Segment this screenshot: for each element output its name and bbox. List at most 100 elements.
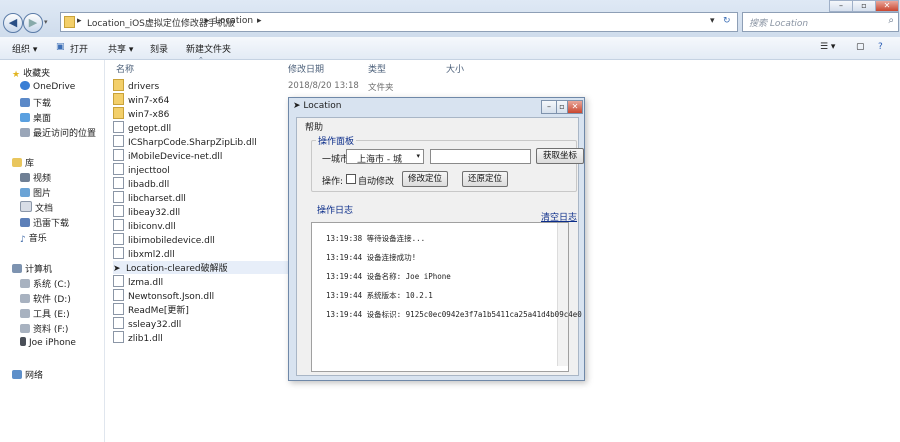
computer-icon [12, 264, 22, 273]
help-icon[interactable]: ? [878, 42, 883, 52]
file-row[interactable]: zlib1.dll [113, 331, 300, 344]
nav-drive-d[interactable]: 软件 (D:) [20, 292, 71, 305]
network-icon [12, 370, 22, 379]
nav-drive-e[interactable]: 工具 (E:) [20, 307, 70, 320]
file-name: injecttool [128, 166, 170, 176]
column-header-name[interactable]: 名称 [116, 62, 134, 75]
burn-button[interactable]: 刻录 [150, 42, 168, 55]
log-scrollbar[interactable] [557, 223, 568, 366]
address-bar[interactable]: ▸ Location_iOS虚拟定位修改器手机版 ▸ Location ▸ ▾ … [60, 12, 738, 32]
get-coordinate-button[interactable]: 获取坐标 [536, 148, 584, 164]
history-dropdown-icon[interactable]: ▾ [44, 18, 48, 26]
back-arrow-icon[interactable]: ◀ [3, 13, 23, 33]
nav-libraries[interactable]: 库 [12, 156, 34, 169]
nav-drive-c[interactable]: 系统 (C:) [20, 277, 70, 290]
nav-favorites[interactable]: ★ 收藏夹 [12, 66, 50, 80]
log-textarea[interactable]: 13:19:38 等待设备连接... 13:19:44 设备连接成功! 13:19:… [311, 222, 582, 372]
drive-icon [20, 309, 30, 318]
cloud-icon [20, 81, 30, 90]
music-icon: ♪ [20, 235, 26, 245]
close-icon[interactable]: ✕ [875, 0, 899, 12]
file-row[interactable]: libcharset.dll [113, 191, 300, 204]
file-name: lzma.dll [128, 278, 164, 288]
view-options-icon[interactable]: ☰ ▾ [820, 42, 835, 52]
preview-pane-icon[interactable]: ▢ [856, 42, 865, 52]
coordinate-input[interactable] [430, 149, 531, 164]
file-name: ICSharpCode.SharpZipLib.dll [128, 138, 257, 148]
dialog-title: ➤ Location [293, 101, 342, 111]
file-row[interactable]: ➤ Location-cleared破解版 [113, 261, 288, 274]
file-row[interactable]: getopt.dll [113, 121, 300, 134]
breadcrumb-segment[interactable]: Location_iOS虚拟定位修改器手机版 [87, 16, 235, 29]
nav-computer[interactable]: 计算机 [12, 262, 52, 275]
auto-modify-checkbox[interactable] [346, 174, 356, 184]
drive-icon [20, 324, 30, 333]
file-row[interactable]: ICSharpCode.SharpZipLib.dll [113, 135, 300, 148]
file-name: Newtonsoft.Json.dll [128, 292, 215, 302]
forward-arrow-icon[interactable]: ▶ [23, 13, 43, 33]
nav-desktop[interactable]: 桌面 [20, 111, 51, 124]
modify-location-button[interactable]: 修改定位 [402, 171, 448, 187]
file-row[interactable]: drivers [113, 79, 300, 92]
file-icon [113, 317, 124, 329]
organize-button[interactable]: 组织 ▾ [12, 42, 37, 55]
menu-help[interactable]: 帮助 [305, 120, 323, 133]
nav-videos[interactable]: 视频 [20, 171, 51, 184]
file-icon [113, 219, 124, 231]
file-row[interactable]: win7-x64 [113, 93, 300, 106]
file-row[interactable]: libadb.dll [113, 177, 300, 190]
file-row[interactable]: libimobiledevice.dll [113, 233, 300, 246]
file-row[interactable]: libiconv.dll [113, 219, 300, 232]
dialog-minimize-icon[interactable]: – [541, 100, 557, 114]
log-line: 13:19:44 系统版本: 10.2.1 [326, 291, 433, 300]
file-row[interactable]: win7-x86 [113, 107, 300, 120]
nav-drive-f[interactable]: 资料 (F:) [20, 322, 68, 335]
desktop-icon [20, 113, 30, 122]
breadcrumb-segment[interactable]: Location [215, 16, 253, 26]
restore-location-button[interactable]: 还原定位 [462, 171, 508, 187]
file-name: libadb.dll [128, 180, 170, 190]
file-row[interactable]: libxml2.dll [113, 247, 300, 260]
nav-music[interactable]: ♪ 音乐 [20, 231, 47, 245]
file-icon [113, 135, 124, 147]
refresh-icon[interactable]: ↻ [723, 16, 731, 26]
log-line: 13:19:44 设备标识: 9125c0ec0942e3f7a1b5411ca… [326, 310, 582, 319]
nav-downloads[interactable]: 下载 [20, 96, 51, 109]
column-header-size[interactable]: 大小 [446, 62, 464, 75]
star-icon: ★ [12, 70, 21, 80]
nav-recent[interactable]: 最近访问的位置 [20, 126, 96, 139]
dialog-close-icon[interactable]: ✕ [567, 100, 583, 114]
file-row[interactable]: lzma.dll [113, 275, 300, 288]
dropdown-icon[interactable]: ▾ [710, 16, 715, 26]
nav-onedrive[interactable]: OneDrive [20, 81, 75, 92]
file-row[interactable]: ReadMe[更新] [113, 303, 300, 316]
location-dialog: ➤ Location – ▫ ✕ 帮助 操作面板 一城市: 上海市 - 城 ▾ … [288, 97, 585, 381]
file-row[interactable]: Newtonsoft.Json.dll [113, 289, 300, 302]
file-row[interactable]: injecttool [113, 163, 300, 176]
minimize-icon[interactable]: – [829, 0, 853, 12]
search-input[interactable]: 搜索 Location ⌕ [742, 12, 899, 32]
nav-pictures[interactable]: 图片 [20, 186, 51, 199]
file-row[interactable]: ssleay32.dll [113, 317, 300, 330]
maximize-icon[interactable]: ▫ [852, 0, 876, 12]
thunder-icon [20, 218, 30, 227]
file-name: ReadMe[更新] [128, 306, 189, 316]
log-line: 13:19:44 设备名称: Joe iPhone [326, 272, 451, 281]
nav-network[interactable]: 网络 [12, 368, 43, 381]
file-row[interactable]: libeay32.dll [113, 205, 300, 218]
new-folder-button[interactable]: 新建文件夹 [186, 42, 231, 55]
nav-documents[interactable]: 文档 [20, 201, 53, 214]
share-button[interactable]: 共享 ▾ [108, 42, 133, 55]
column-header-type[interactable]: 类型 [368, 62, 386, 75]
nav-iphone[interactable]: Joe iPhone [20, 337, 76, 348]
nav-thunder[interactable]: 迅雷下载 [20, 216, 69, 229]
library-icon [12, 158, 22, 167]
recent-places-icon [20, 128, 30, 137]
column-header-date[interactable]: 修改日期 [288, 62, 324, 75]
open-button[interactable]: 打开 [70, 42, 88, 55]
file-icon [113, 247, 124, 259]
file-name: libcharset.dll [128, 194, 186, 204]
file-row[interactable]: iMobileDevice-net.dll [113, 149, 300, 162]
city-select[interactable]: 上海市 - 城 ▾ [346, 149, 424, 165]
file-icon [113, 191, 124, 203]
